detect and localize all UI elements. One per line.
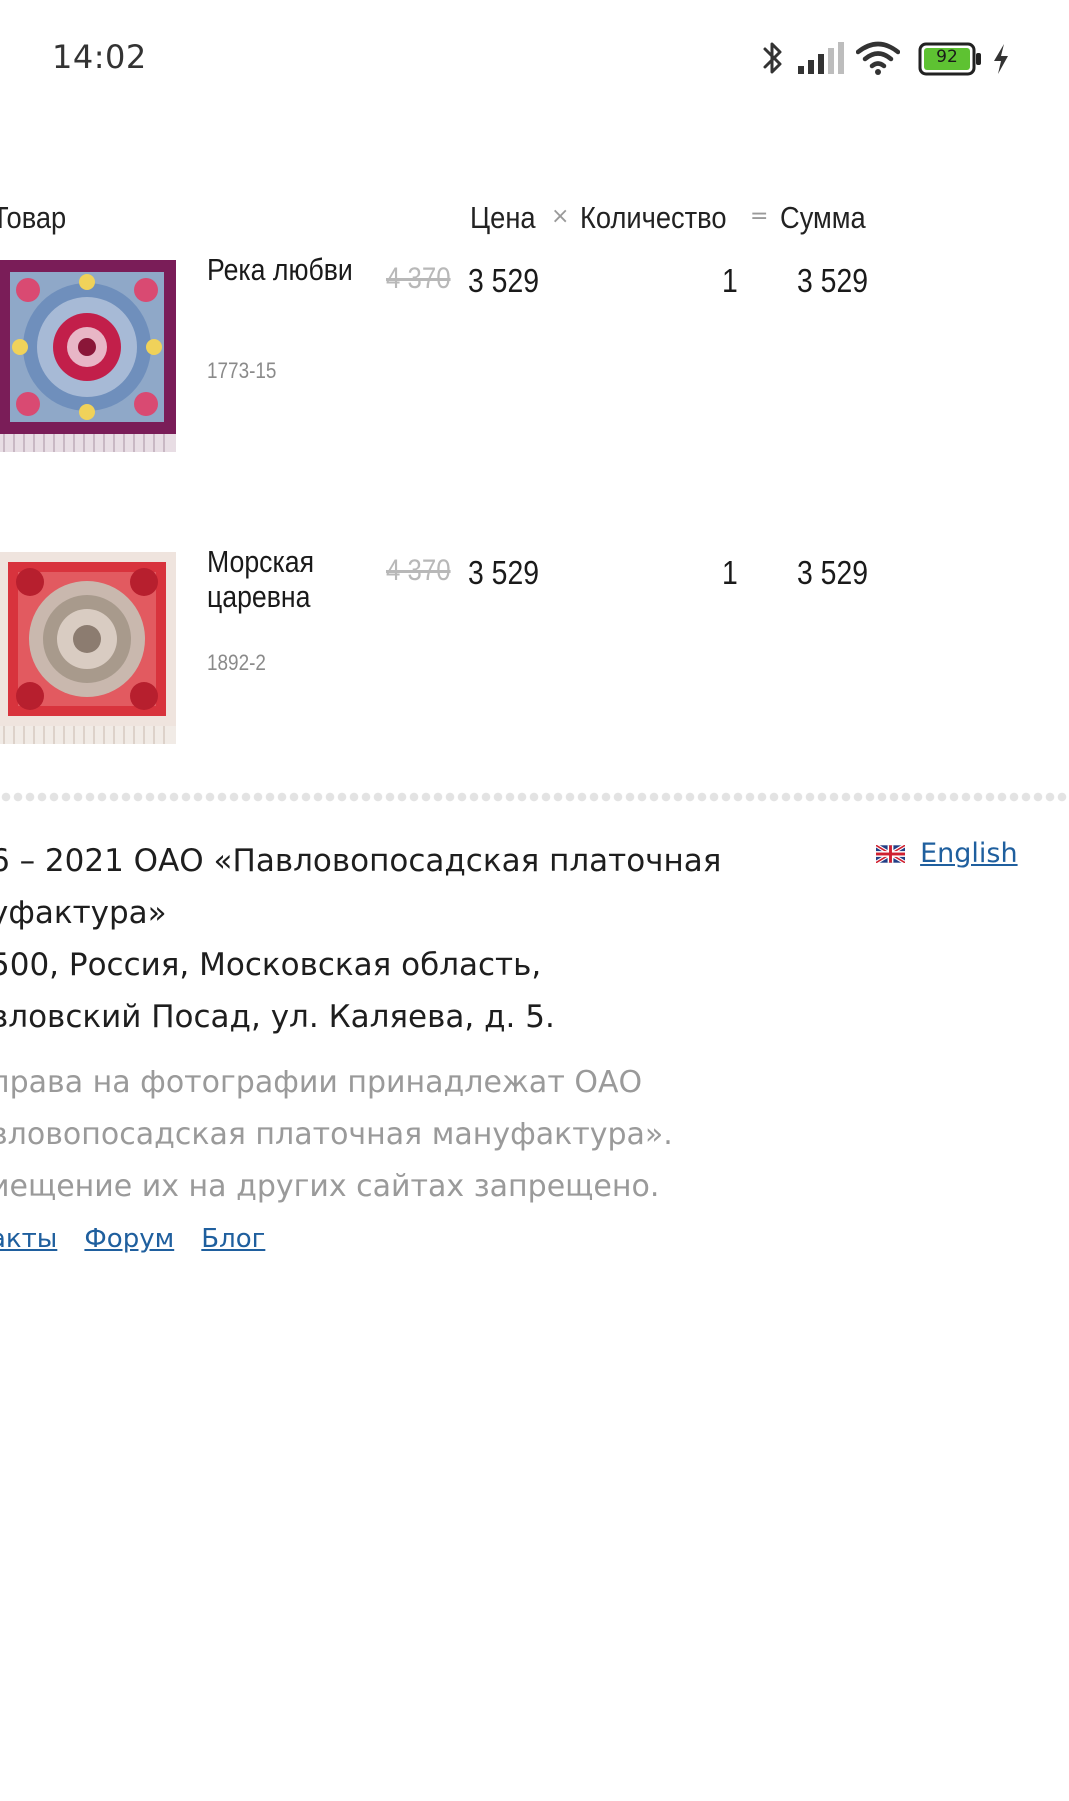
header-quantity: Количество — [580, 200, 727, 235]
cart-item: Река любви 1773-15 4 370 3 529 1 3 529 — [0, 252, 1069, 458]
product-sku: 1892-2 — [207, 650, 266, 675]
product-sku: 1773-15 — [207, 358, 277, 383]
price: 3 529 — [468, 262, 540, 299]
product-thumbnail[interactable] — [0, 258, 180, 454]
item-sum: 3 529 — [797, 262, 869, 299]
header-sum: Сумма — [780, 200, 866, 235]
equals-sign: = — [750, 204, 769, 229]
cellular-signal-icon — [798, 42, 844, 74]
notice-line: права на фотографии принадлежат ОАО — [0, 1065, 643, 1100]
forum-link[interactable]: Форум — [84, 1224, 174, 1254]
battery-level: 92 — [936, 47, 958, 67]
dotted-divider — [0, 790, 1069, 804]
notice-line: иещение их на других сайтах запрещено. — [0, 1169, 660, 1204]
copyright-line: 6 – 2021 ОАО «Павловопосадская платочная — [0, 843, 722, 879]
address-line: 500, Россия, Московская область, — [0, 947, 542, 983]
uk-flag-icon — [876, 844, 905, 863]
footer-links: акты Форум Блог — [0, 1224, 287, 1264]
charging-bolt-icon — [994, 44, 1008, 74]
footer-copyright: 6 – 2021 ОАО «Павловопосадская платочная… — [0, 835, 750, 1043]
language-switch[interactable]: English — [876, 838, 1018, 874]
contacts-link[interactable]: акты — [0, 1224, 57, 1254]
product-thumbnail[interactable] — [0, 550, 180, 746]
wifi-icon — [856, 41, 900, 75]
old-price: 4 370 — [386, 262, 451, 295]
status-time: 14:02 — [52, 38, 147, 76]
copyright-line: уфактура» — [0, 895, 167, 931]
quantity[interactable]: 1 — [722, 554, 738, 592]
quantity[interactable]: 1 — [722, 262, 738, 300]
item-sum: 3 529 — [797, 554, 869, 591]
product-name[interactable]: Река любви — [207, 252, 353, 287]
times-sign: × — [551, 204, 570, 229]
price: 3 529 — [468, 554, 540, 591]
old-price: 4 370 — [386, 554, 451, 587]
screen: 14:02 92 Т — [0, 0, 1069, 1801]
product-name[interactable]: Морская царевна — [207, 544, 353, 614]
cart-item: Морская царевна 1892-2 4 370 3 529 1 3 5… — [0, 544, 1069, 750]
bluetooth-icon — [763, 42, 782, 74]
header-price: Цена — [470, 200, 536, 235]
photo-rights-notice: права на фотографии принадлежат ОАО влов… — [0, 1057, 750, 1213]
status-icons: 92 — [760, 36, 1030, 84]
english-link[interactable]: English — [920, 838, 1018, 869]
header-product: Товар — [0, 200, 67, 235]
blog-link[interactable]: Блог — [201, 1224, 265, 1254]
notice-line: вловопосадская платочная мануфактура». — [0, 1117, 673, 1152]
address-line: вловский Посад, ул. Каляева, д. 5. — [0, 999, 555, 1035]
